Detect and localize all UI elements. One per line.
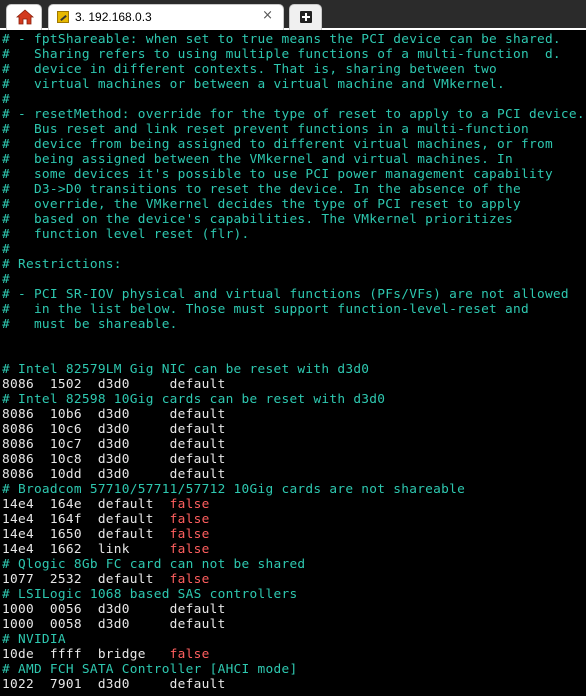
home-icon [16, 9, 34, 25]
device-entry-text: 1022 7901 d3d0 default [2, 677, 226, 692]
comment-line: # must be shareable. [2, 317, 178, 332]
comment-line: # being assigned between the VMkernel an… [2, 152, 513, 167]
shareable-false-value: false [169, 527, 210, 542]
device-entry-text: 10de ffff bridge [2, 647, 170, 662]
session-title: 3. 192.168.0.3 [75, 10, 152, 24]
device-entry-text: 14e4 1662 link [2, 542, 170, 557]
device-entry-line: 8086 10c6 d3d0 default [2, 422, 226, 437]
shareable-false-value: false [169, 512, 210, 527]
comment-line: # device in different contexts. That is,… [2, 62, 498, 77]
comment-line: # Restrictions: [2, 257, 122, 272]
device-entry-text: 8086 10c6 d3d0 default [2, 422, 226, 437]
terminal-output[interactable]: # - fptShareable: when set to true means… [0, 31, 586, 696]
close-icon[interactable]: × [262, 8, 273, 23]
device-entry-line: 1000 0058 d3d0 default [2, 617, 226, 632]
device-entry-text: 8086 10dd d3d0 default [2, 467, 226, 482]
plus-icon [300, 11, 312, 23]
device-entry-line: 1022 7901 d3d0 default [2, 677, 226, 692]
device-entry-line: 10de ffff bridge false [2, 647, 210, 662]
comment-line: # Sharing refers to using multiple funct… [2, 47, 561, 62]
device-entry-line: 1000 0056 d3d0 default [2, 602, 226, 617]
device-entry-text: 14e4 164e default [2, 497, 170, 512]
comment-line: # some devices it's possible to use PCI … [2, 167, 553, 182]
tab-session[interactable]: 3. 192.168.0.3 × [48, 4, 284, 30]
comment-line: # AMD FCH SATA Controller [AHCI mode] [2, 662, 298, 677]
comment-line: # NVIDIA [2, 632, 66, 647]
comment-line: # Qlogic 8Gb FC card can not be shared [2, 557, 306, 572]
device-entry-text: 1000 0056 d3d0 default [2, 602, 226, 617]
comment-line: # virtual machines or between a virtual … [2, 77, 506, 92]
device-entry-line: 14e4 164e default false [2, 497, 210, 512]
device-entry-line: 8086 10c8 d3d0 default [2, 452, 226, 467]
device-entry-line: 14e4 1662 link false [2, 542, 210, 557]
comment-line: # [2, 242, 10, 257]
comment-line: # Broadcom 57710/57711/57712 10Gig cards… [2, 482, 466, 497]
comment-line: # - resetMethod: override for the type o… [2, 107, 585, 122]
device-entry-text: 14e4 164f default [2, 512, 170, 527]
comment-line: # D3->D0 transitions to reset the device… [2, 182, 521, 197]
comment-line: # device from being assigned to differen… [2, 137, 553, 152]
comment-line: # - fptShareable: when set to true means… [2, 32, 561, 47]
comment-line: # Bus reset and link reset prevent funct… [2, 122, 529, 137]
device-entry-text: 1077 2532 default [2, 572, 170, 587]
device-entry-line: 1077 2532 default false [2, 572, 210, 587]
shareable-false-value: false [169, 647, 210, 662]
device-entry-line: 14e4 164f default false [2, 512, 210, 527]
comment-line: # [2, 272, 10, 287]
tab-home[interactable] [6, 4, 42, 30]
device-entry-text: 1000 0058 d3d0 default [2, 617, 226, 632]
shareable-false-value: false [169, 572, 210, 587]
device-entry-text: 8086 10c8 d3d0 default [2, 452, 226, 467]
device-entry-line: 8086 10b6 d3d0 default [2, 407, 226, 422]
comment-line: # function level reset (flr). [2, 227, 250, 242]
new-tab-button[interactable] [289, 4, 322, 30]
comment-line: # in the list below. Those must support … [2, 302, 529, 317]
shareable-false-value: false [169, 497, 210, 512]
comment-line: # - PCI SR-IOV physical and virtual func… [2, 287, 569, 302]
tab-bar: 3. 192.168.0.3 × [0, 0, 586, 30]
comment-line: # [2, 92, 10, 107]
device-entry-line: 8086 1502 d3d0 default [2, 377, 226, 392]
device-entry-line: 14e4 1650 default false [2, 527, 210, 542]
comment-line: # Intel 82579LM Gig NIC can be reset wit… [2, 362, 370, 377]
device-entry-line: 8086 10c7 d3d0 default [2, 437, 226, 452]
device-entry-text: 8086 10c7 d3d0 default [2, 437, 226, 452]
device-entry-line: 8086 10dd d3d0 default [2, 467, 226, 482]
device-entry-text: 8086 1502 d3d0 default [2, 377, 226, 392]
comment-line: # Intel 82598 10Gig cards can be reset w… [2, 392, 386, 407]
shareable-false-value: false [169, 542, 210, 557]
comment-line: # based on the device's capabilities. Th… [2, 212, 513, 227]
comment-line: # override, the VMkernel decides the typ… [2, 197, 521, 212]
comment-line: # LSILogic 1068 based SAS controllers [2, 587, 298, 602]
device-entry-text: 8086 10b6 d3d0 default [2, 407, 226, 422]
device-entry-text: 14e4 1650 default [2, 527, 170, 542]
wrench-terminal-icon [57, 11, 69, 23]
